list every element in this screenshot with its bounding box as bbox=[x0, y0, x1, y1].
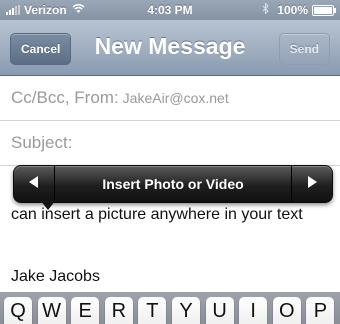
key-t[interactable]: T bbox=[138, 297, 167, 324]
callout-next-button[interactable] bbox=[291, 166, 332, 202]
navigation-bar: Cancel New Message Send bbox=[0, 20, 340, 76]
key-o[interactable]: O bbox=[272, 297, 301, 324]
subject-field[interactable]: Subject: bbox=[0, 121, 340, 166]
callout-pointer bbox=[40, 200, 56, 210]
status-right: 100% bbox=[262, 2, 336, 17]
right-arrow-icon bbox=[307, 175, 317, 193]
ccbcc-field[interactable]: Cc/Bcc, From: JakeAir@cox.net bbox=[0, 76, 340, 121]
key-i[interactable]: I bbox=[239, 297, 268, 324]
key-y[interactable]: Y bbox=[172, 297, 200, 324]
signature: Jake Jacobs bbox=[11, 268, 100, 285]
send-button[interactable]: Send bbox=[278, 33, 330, 65]
battery-icon bbox=[312, 4, 336, 16]
battery-percent: 100% bbox=[277, 3, 308, 17]
insert-photo-video-item[interactable]: Insert Photo or Video bbox=[56, 176, 290, 192]
bluetooth-icon bbox=[262, 2, 270, 17]
key-r[interactable]: R bbox=[104, 297, 133, 324]
keyboard: QWERTYUIOP bbox=[0, 292, 340, 324]
key-w[interactable]: W bbox=[37, 297, 66, 324]
ccbcc-label-text: Cc/Bcc, From: bbox=[11, 88, 119, 107]
message-body[interactable]: can insert a picture anywhere in your te… bbox=[11, 204, 331, 225]
callout-previous-button[interactable] bbox=[14, 166, 55, 202]
left-arrow-icon bbox=[29, 175, 39, 193]
status-bar: Verizon 4:03 PM 100% bbox=[0, 0, 340, 20]
subject-label: Subject: bbox=[11, 133, 73, 152]
edit-callout-menu: Insert Photo or Video bbox=[13, 165, 333, 203]
key-p[interactable]: P bbox=[306, 297, 335, 324]
key-u[interactable]: U bbox=[205, 297, 234, 324]
ccbcc-label: Cc/Bcc, From: JakeAir@cox.net bbox=[11, 88, 229, 108]
key-e[interactable]: E bbox=[71, 297, 100, 324]
from-address: JakeAir@cox.net bbox=[122, 90, 229, 106]
key-q[interactable]: Q bbox=[4, 297, 32, 324]
